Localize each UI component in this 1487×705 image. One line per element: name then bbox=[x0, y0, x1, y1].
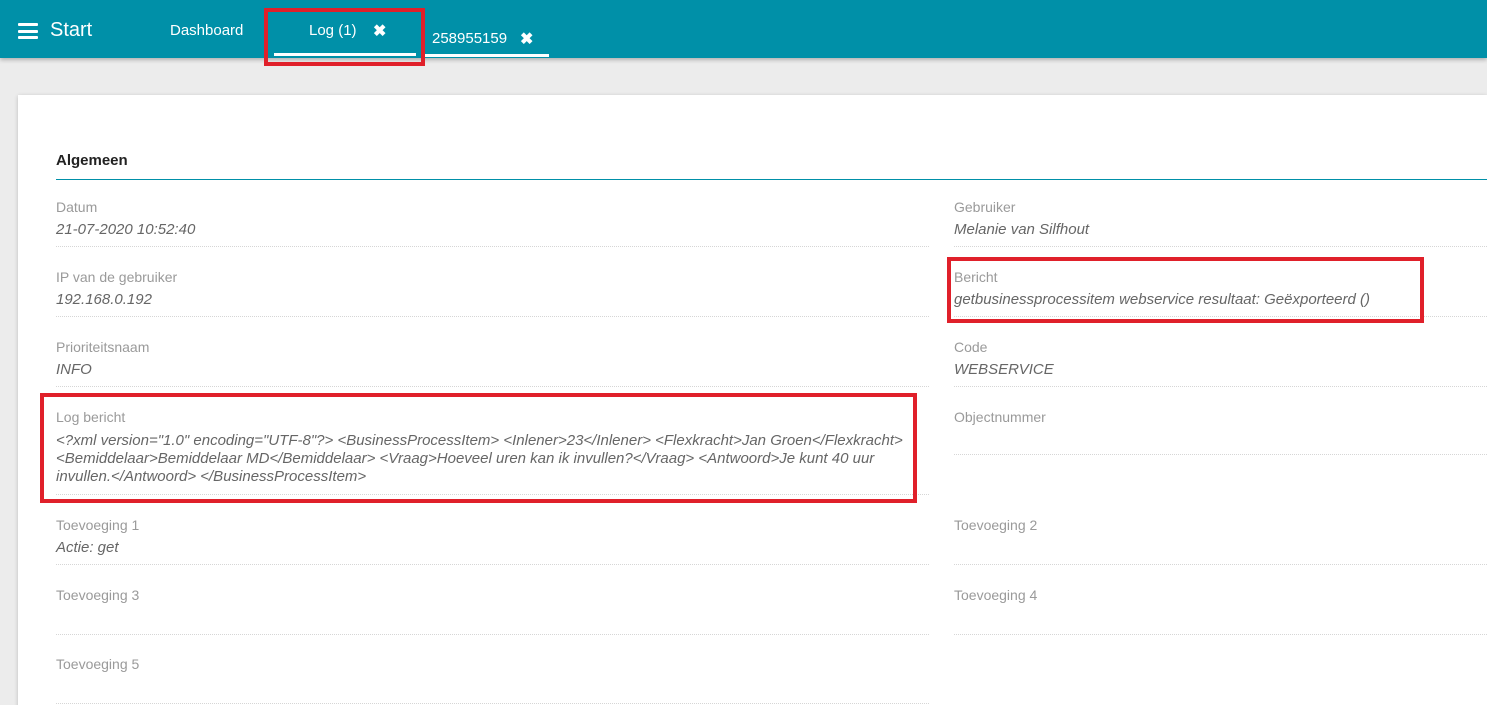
tab-dashboard[interactable]: Dashboard bbox=[170, 22, 243, 39]
section-title: Algemeen bbox=[56, 152, 128, 169]
field-gebruiker: Gebruiker Melanie van Silfhout bbox=[954, 199, 1487, 247]
tab-log[interactable]: Log (1) ✖ bbox=[268, 11, 420, 56]
field-label: Datum bbox=[56, 199, 98, 215]
tab-log-label: Log (1) bbox=[309, 22, 357, 39]
field-code: Code WEBSERVICE bbox=[954, 339, 1487, 387]
field-label: Toevoeging 1 bbox=[56, 517, 140, 533]
field-label: Code bbox=[954, 339, 988, 355]
field-label: Objectnummer bbox=[954, 409, 1046, 425]
field-value: WEBSERVICE bbox=[954, 361, 1054, 378]
section-divider bbox=[56, 179, 1487, 180]
field-bericht: Bericht getbusinessprocessitem webservic… bbox=[954, 269, 1487, 317]
field-label: Prioriteitsnaam bbox=[56, 339, 150, 355]
hamburger-icon bbox=[18, 23, 38, 39]
field-toevoeging-5: Toevoeging 5 bbox=[56, 656, 929, 704]
field-value: 192.168.0.192 bbox=[56, 291, 152, 308]
start-menu-button[interactable]: Start bbox=[18, 18, 98, 44]
tab-indicator bbox=[425, 54, 549, 57]
field-label: Toevoeging 3 bbox=[56, 587, 140, 603]
tab-record-label: 258955159 bbox=[432, 30, 508, 47]
field-prioriteitsnaam: Prioriteitsnaam INFO bbox=[56, 339, 929, 387]
top-navigation-bar: Start Dashboard Log (1) ✖ 258955159 ✖ bbox=[0, 0, 1487, 58]
close-icon[interactable]: ✖ bbox=[373, 21, 386, 41]
active-tab-indicator bbox=[274, 53, 416, 56]
field-ip: IP van de gebruiker 192.168.0.192 bbox=[56, 269, 929, 317]
field-value: Melanie van Silfhout bbox=[954, 221, 1090, 238]
field-value: <?xml version="1.0" encoding="UTF-8"?> <… bbox=[56, 432, 903, 485]
detail-card: Algemeen Datum 21-07-2020 10:52:40 Gebru… bbox=[18, 95, 1487, 705]
field-toevoeging-1: Toevoeging 1 Actie: get bbox=[56, 517, 929, 565]
close-icon[interactable]: ✖ bbox=[520, 29, 533, 49]
tab-record[interactable]: 258955159 ✖ bbox=[425, 22, 549, 57]
field-value: getbusinessprocessitem webservice result… bbox=[954, 291, 1371, 308]
field-toevoeging-2: Toevoeging 2 bbox=[954, 517, 1487, 565]
field-label: Log bericht bbox=[56, 409, 126, 425]
field-toevoeging-4: Toevoeging 4 bbox=[954, 587, 1487, 635]
start-menu-label: Start bbox=[50, 19, 93, 41]
field-value: INFO bbox=[56, 361, 92, 378]
field-label: Gebruiker bbox=[954, 199, 1016, 215]
field-log-bericht: Log bericht <?xml version="1.0" encoding… bbox=[56, 409, 929, 495]
field-label: Toevoeging 4 bbox=[954, 587, 1038, 603]
field-label: IP van de gebruiker bbox=[56, 269, 178, 285]
field-objectnummer: Objectnummer bbox=[954, 409, 1487, 455]
field-label: Toevoeging 2 bbox=[954, 517, 1038, 533]
field-value: 21-07-2020 10:52:40 bbox=[56, 221, 196, 238]
field-value: Actie: get bbox=[56, 539, 119, 556]
field-toevoeging-3: Toevoeging 3 bbox=[56, 587, 929, 635]
field-label: Toevoeging 5 bbox=[56, 656, 140, 672]
field-datum: Datum 21-07-2020 10:52:40 bbox=[56, 199, 929, 247]
field-label: Bericht bbox=[954, 269, 998, 285]
